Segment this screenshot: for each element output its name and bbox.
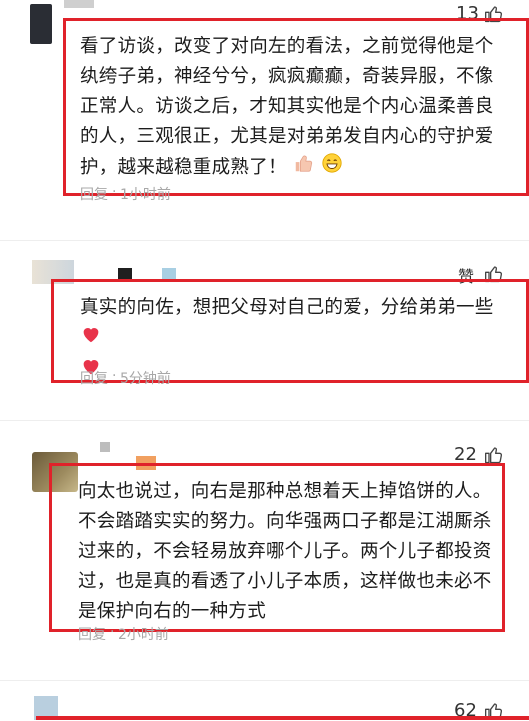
divider (0, 420, 529, 421)
comment-text-body: 看了访谈，改变了对向左的看法，之前觉得他是个纨绔子弟，神经兮兮，疯疯癫癫，奇装异… (80, 36, 494, 178)
username-redacted-block (100, 442, 110, 452)
meta-dot: · (112, 368, 117, 384)
reply-button[interactable]: 回复 (80, 368, 108, 388)
reply-button[interactable]: 回复 (80, 184, 108, 204)
divider (0, 680, 529, 681)
comment-time: 5分钟前 (120, 371, 171, 387)
heart-emoji (80, 323, 102, 355)
comment-text: 看了访谈，改变了对向左的看法，之前觉得他是个纨绔子弟，神经兮兮，疯疯癫癫，奇装异… (80, 32, 510, 184)
comment-text-body: 向太也说过，向右是那种总想着天上掉馅饼的人。不会踏踏实实的努力。向华强两口子都是… (78, 481, 492, 622)
comment-text: 向太也说过，向右是那种总想着天上掉馅饼的人。不会踏踏实实的努力。向华强两口子都是… (78, 477, 498, 627)
thumbs-up-emoji (293, 152, 315, 184)
meta-dot: · (110, 624, 115, 640)
divider (0, 240, 529, 241)
avatar[interactable] (30, 4, 52, 44)
like-count: 22 (454, 444, 477, 465)
comment-time: 2小时前 (118, 627, 169, 643)
thumbs-up-icon[interactable] (484, 445, 504, 465)
comment-text-body: 真实的向佐，想把父母对自己的爱，分给弟弟一些 (80, 297, 494, 318)
comment-highlight-box-top (36, 716, 529, 720)
comment-time: 1小时前 (120, 187, 171, 203)
grin-emoji (321, 152, 343, 184)
username-redacted (64, 0, 94, 8)
meta-dot: · (112, 184, 117, 200)
reply-button[interactable]: 回复 (78, 624, 106, 644)
